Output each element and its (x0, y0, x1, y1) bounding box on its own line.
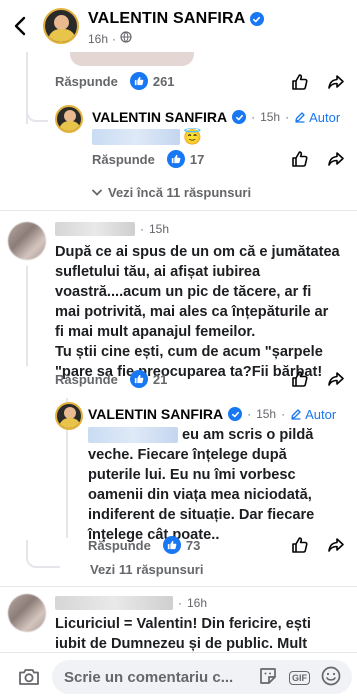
reply-emoji: 😇 (183, 129, 202, 146)
like-badge-icon (129, 72, 148, 90)
like-badge-icon (129, 370, 148, 388)
view-more-replies-link[interactable]: Vezi încă 11 răspunsuri (92, 185, 251, 200)
header: VALENTIN SANFIRA 16h · (0, 0, 357, 52)
dot-separator: · (285, 110, 290, 124)
reply-time: 15h (256, 407, 277, 421)
dot-separator: · (251, 110, 256, 124)
like-outline-icon[interactable] (289, 71, 311, 93)
attached-image-fragment (70, 52, 194, 66)
thread-line (26, 266, 28, 366)
dot-separator: · (178, 596, 182, 610)
share-icon[interactable] (325, 71, 347, 93)
commenter-avatar[interactable] (8, 594, 46, 632)
reply-avatar[interactable] (55, 105, 83, 133)
chevron-down-icon (92, 189, 102, 196)
share-icon[interactable] (325, 368, 347, 390)
reply-author-name[interactable]: VALENTIN SANFIRA (92, 109, 227, 125)
gif-icon[interactable]: GIF (289, 671, 310, 685)
redacted-commenter-name[interactable] (55, 222, 135, 236)
comment-input-placeholder: Scrie un comentariu c... (64, 668, 234, 686)
dot-separator: · (247, 407, 252, 421)
comment-time: 16h (187, 596, 208, 610)
commenter-avatar[interactable] (8, 222, 46, 260)
sticker-icon[interactable] (257, 665, 279, 691)
verified-badge-icon (249, 12, 264, 26)
comment-time: 15h (149, 222, 170, 236)
author-badge: Autor (294, 110, 340, 125)
view-more-replies-link[interactable]: Vezi 11 răspunsuri (90, 562, 203, 577)
like-count: 17 (166, 150, 204, 168)
comment-text: Licuriciul = Valentin! Din fericire, eșt… (55, 616, 311, 652)
comment-composer-bar: Scrie un comentariu c... GIF (0, 652, 357, 700)
dot-separator: · (140, 222, 144, 236)
dot-separator: · (112, 31, 117, 46)
pencil-icon (291, 409, 301, 420)
comment-text: După ce ai spus de un om că e jumătatea … (55, 244, 340, 380)
reply-button[interactable]: Răspunde (55, 372, 118, 387)
globe-icon (120, 31, 132, 46)
author-badge: Autor (290, 407, 336, 422)
reply-button[interactable]: Răspunde (88, 538, 151, 553)
divider (0, 210, 357, 211)
header-time: 16h (88, 31, 109, 46)
reply-button[interactable]: Răspunde (55, 74, 118, 89)
back-arrow-icon[interactable] (10, 14, 30, 38)
like-outline-icon[interactable] (289, 368, 311, 390)
thread-connector (26, 100, 48, 122)
verified-badge-icon (228, 407, 243, 421)
redacted-mention (92, 129, 180, 145)
reply-time: 15h (260, 110, 281, 124)
like-badge-icon (166, 150, 185, 168)
redacted-commenter-name[interactable] (55, 596, 173, 610)
camera-icon[interactable] (17, 665, 41, 689)
verified-badge-icon (232, 110, 247, 124)
share-icon[interactable] (325, 534, 347, 556)
header-name[interactable]: VALENTIN SANFIRA (88, 10, 246, 28)
thread-connector (26, 540, 60, 568)
reply-avatar[interactable] (55, 402, 83, 430)
divider (0, 586, 357, 587)
like-count: 73 (162, 536, 200, 554)
comment-input[interactable]: Scrie un comentariu c... GIF (52, 660, 352, 694)
share-icon[interactable] (325, 148, 347, 170)
header-avatar[interactable] (43, 8, 79, 44)
dot-separator: · (281, 407, 286, 421)
emoji-icon[interactable] (320, 665, 342, 691)
like-outline-icon[interactable] (289, 148, 311, 170)
reply-author-name[interactable]: VALENTIN SANFIRA (88, 406, 223, 422)
redacted-mention (88, 427, 178, 443)
like-outline-icon[interactable] (289, 534, 311, 556)
like-count: 21 (129, 370, 167, 388)
reply-text: eu am scris o pildă veche. Fiecare înțel… (88, 427, 315, 543)
like-count: 261 (129, 72, 175, 90)
reply-button[interactable]: Răspunde (92, 152, 155, 167)
pencil-icon (295, 112, 305, 123)
like-badge-icon (162, 536, 181, 554)
